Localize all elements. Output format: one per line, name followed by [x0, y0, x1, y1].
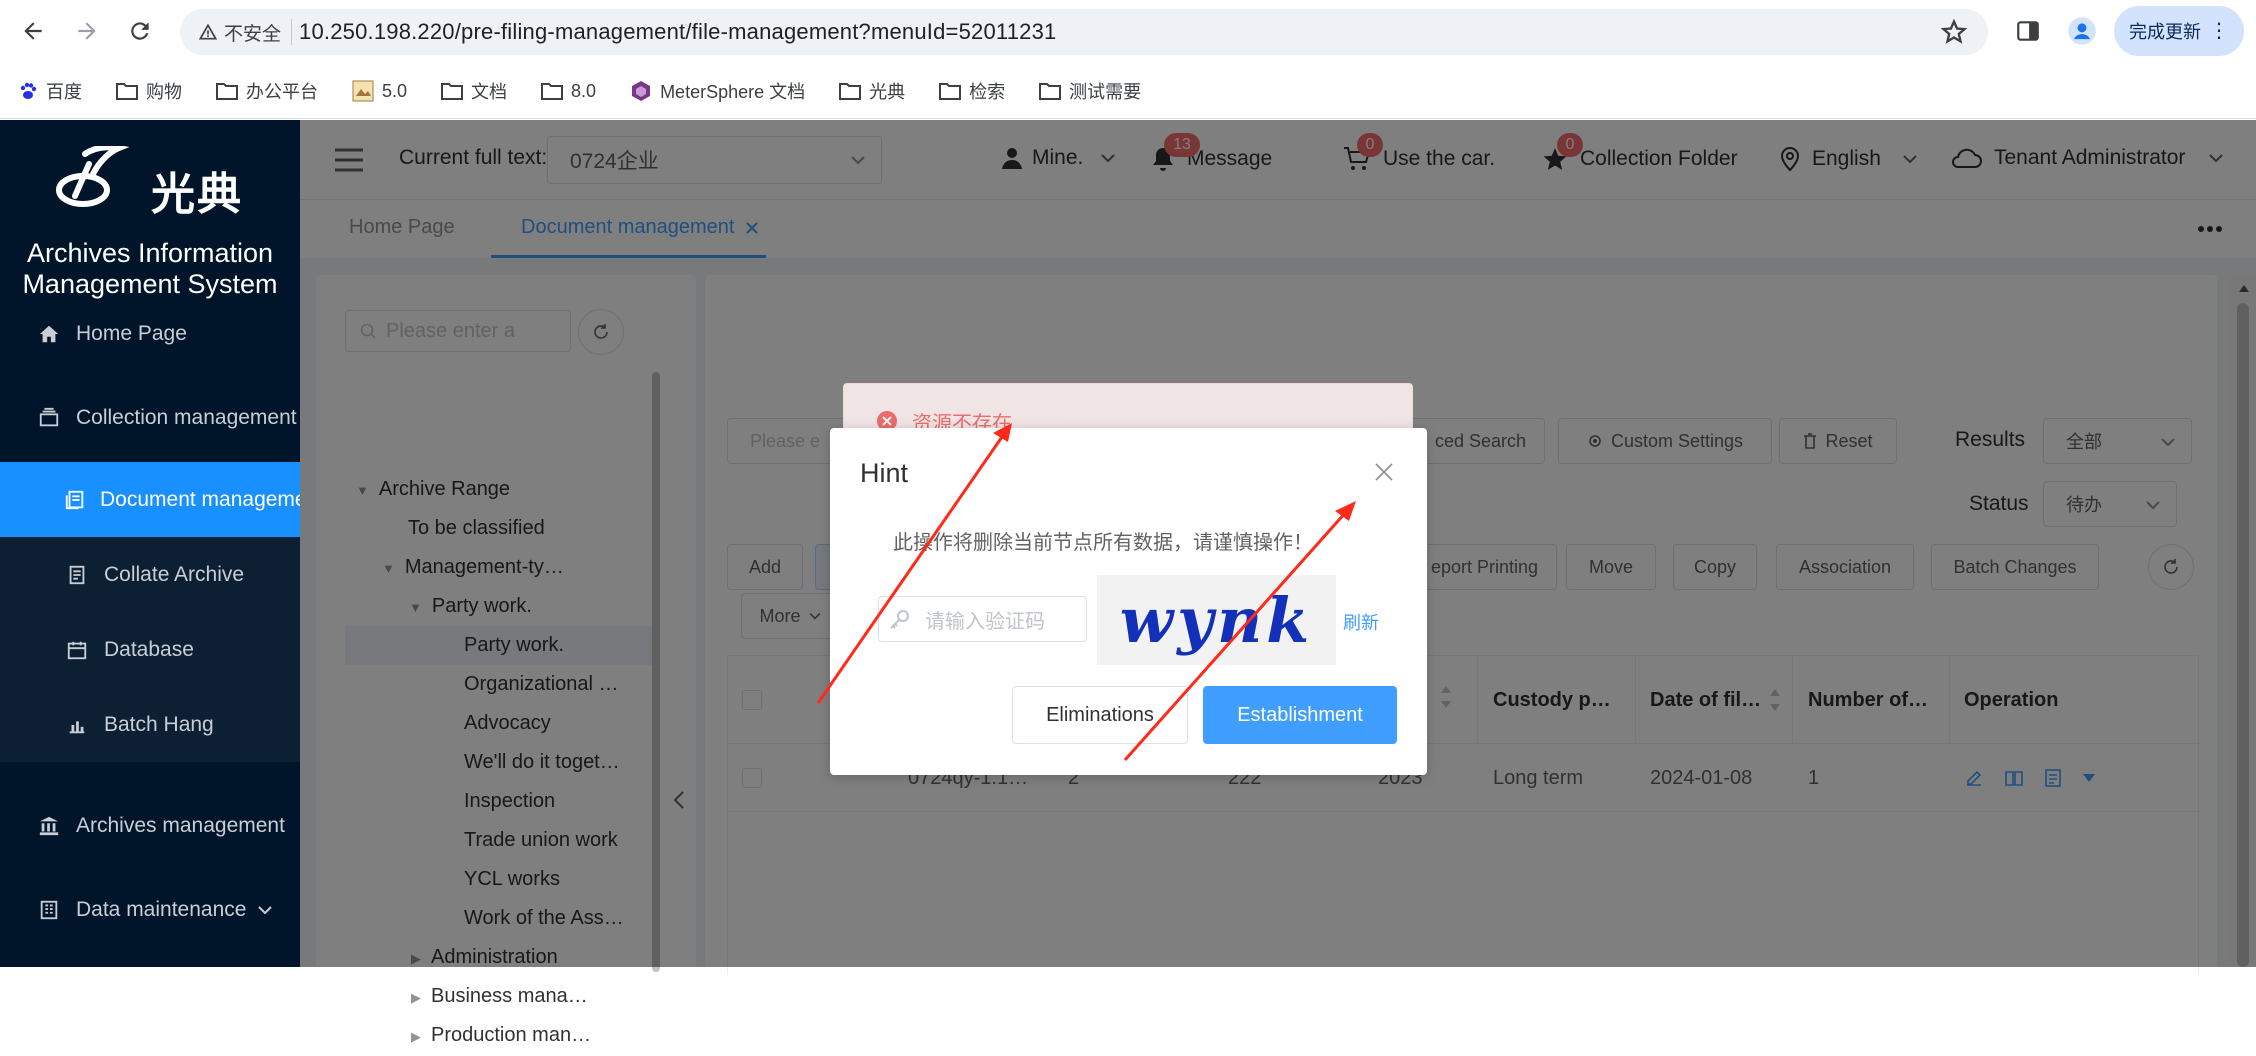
- bookmark-baidu[interactable]: 百度: [18, 78, 82, 104]
- bookmarks-bar: 百度 购物 办公平台 5.0 文档 8.0 MeterSphere 文档 光典 …: [0, 64, 2256, 119]
- page-thumbnail-icon: [352, 80, 374, 102]
- folder-icon: [116, 82, 138, 100]
- warning-icon: [198, 22, 218, 42]
- bookmark-label: 5.0: [382, 80, 408, 101]
- side-panel-icon[interactable]: [2015, 18, 2041, 44]
- folder-icon: [839, 82, 862, 100]
- browser-toolbar: 不安全 10.250.198.220/pre-filing-management…: [0, 0, 2256, 64]
- address-bar[interactable]: 不安全 10.250.198.220/pre-filing-management…: [180, 9, 1988, 55]
- folder-icon: [1039, 82, 1062, 100]
- reload-icon[interactable]: [127, 18, 153, 44]
- bookmark-label: 检索: [969, 82, 1006, 102]
- bookmark-label: 百度: [46, 82, 82, 102]
- metersphere-icon: [630, 80, 652, 102]
- tree-node[interactable]: ▶ Business mana…: [411, 977, 588, 1016]
- bookmark-guangdian[interactable]: 光典: [839, 78, 905, 104]
- annotation-arrow-message: [816, 433, 1006, 704]
- bookmark-label: 光典: [869, 82, 906, 102]
- bookmark-shopping[interactable]: 购物: [116, 78, 182, 104]
- update-button[interactable]: 完成更新 ⋮: [2114, 6, 2244, 56]
- bookmark-label: MeterSphere 文档: [660, 82, 806, 102]
- arrowhead-icon: [1335, 501, 1356, 521]
- star-icon[interactable]: [1940, 18, 1968, 46]
- arrowhead-icon: [993, 423, 1012, 442]
- folder-icon: [541, 82, 564, 100]
- bookmark-5-0[interactable]: 5.0: [352, 80, 407, 102]
- bookmark-8-0[interactable]: 8.0: [541, 81, 596, 102]
- security-indicator[interactable]: 不安全: [198, 19, 281, 46]
- bookmark-label: 购物: [146, 82, 182, 102]
- update-label: 完成更新: [2129, 22, 2201, 42]
- bookmark-label: 测试需要: [1069, 82, 1142, 102]
- app-root: 光典 Archives Information Management Syste…: [0, 120, 2256, 1046]
- folder-icon: [216, 82, 238, 100]
- annotation-arrow-refresh: [1123, 511, 1348, 761]
- security-label: 不安全: [224, 23, 282, 45]
- back-icon[interactable]: [20, 18, 46, 44]
- baidu-paw-icon: [18, 81, 38, 101]
- forward-icon[interactable]: [74, 18, 100, 44]
- bookmark-label: 8.0: [571, 80, 597, 101]
- bookmark-label: 办公平台: [246, 82, 318, 102]
- folder-icon: [939, 82, 962, 100]
- bookmark-search[interactable]: 检索: [939, 78, 1005, 104]
- url-text[interactable]: 10.250.198.220/pre-filing-management/fil…: [299, 19, 1056, 45]
- more-vert-icon: ⋮: [2209, 20, 2229, 42]
- bookmark-metersphere[interactable]: MeterSphere 文档: [630, 78, 805, 104]
- bookmark-office[interactable]: 办公平台: [216, 78, 318, 104]
- tree-node[interactable]: ▶ Production man…: [411, 1016, 591, 1055]
- folder-icon: [441, 82, 464, 100]
- bookmark-docs[interactable]: 文档: [441, 78, 507, 104]
- bookmark-label: 文档: [471, 82, 508, 102]
- annotation-arrows: [816, 423, 1356, 761]
- profile-icon[interactable]: [2067, 16, 2097, 46]
- bookmark-test[interactable]: 测试需要: [1039, 78, 1141, 104]
